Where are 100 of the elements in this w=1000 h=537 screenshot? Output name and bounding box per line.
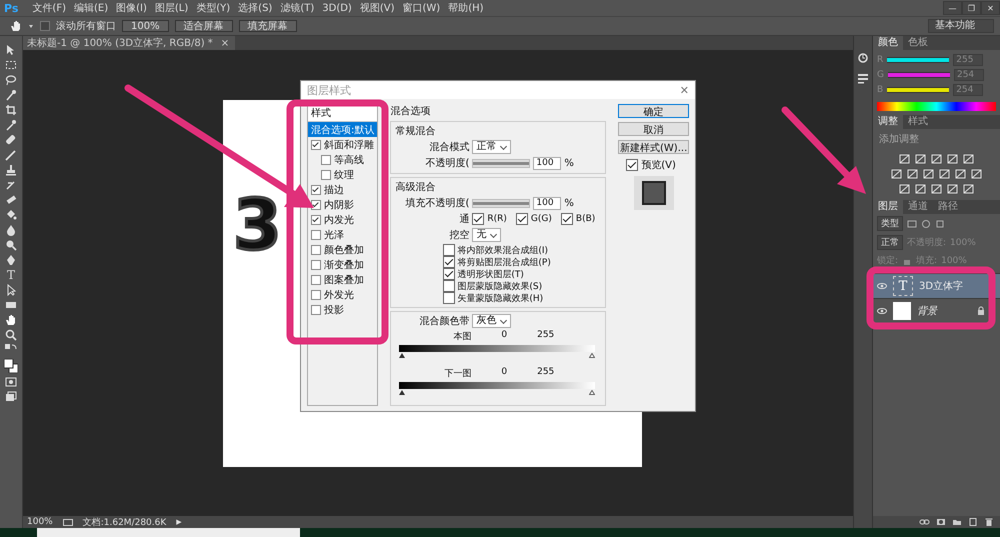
panel-tab[interactable]: 样式	[903, 115, 933, 129]
quick-mask-icon[interactable]	[5, 376, 17, 388]
layer-name[interactable]: 背景	[917, 304, 970, 318]
blend-mode-dropdown[interactable]: 正常	[472, 140, 512, 154]
option-button[interactable]: 100%	[122, 20, 169, 32]
checkbox[interactable]	[311, 260, 321, 270]
adjustment-icon[interactable]	[971, 168, 982, 179]
adjustment-icon[interactable]	[907, 168, 918, 179]
menu-item[interactable]: 窗口(W)	[402, 1, 440, 15]
zoom-icon[interactable]	[5, 329, 17, 341]
menu-item[interactable]: 类型(Y)	[196, 1, 230, 15]
checkbox[interactable]	[311, 244, 321, 254]
crop-icon[interactable]	[5, 104, 17, 116]
checkbox[interactable]	[40, 21, 50, 31]
style-list-item[interactable]: 投影	[324, 302, 344, 316]
eye-icon[interactable]	[877, 281, 887, 291]
hand-icon[interactable]	[10, 20, 22, 32]
wand-icon[interactable]	[5, 89, 17, 101]
stamp-icon[interactable]	[5, 164, 17, 176]
menu-item[interactable]: 滤镜(T)	[280, 1, 314, 15]
style-list-item[interactable]: 图案叠加	[324, 272, 364, 286]
panel-tab[interactable]: 通道	[903, 200, 933, 214]
knockout-dropdown[interactable]: 无	[472, 228, 502, 242]
window-control-button[interactable]: —	[943, 1, 962, 15]
panel-tab[interactable]: 色板	[903, 36, 933, 50]
checkbox[interactable]	[311, 184, 321, 194]
style-list-item[interactable]: 内发光	[324, 212, 354, 226]
lasso-icon[interactable]	[5, 74, 17, 86]
type-tool[interactable]: T	[6, 269, 15, 281]
menu-item[interactable]: 帮助(H)	[448, 1, 484, 15]
new-layer-icon[interactable]	[968, 517, 978, 527]
style-list-item[interactable]: 纹理	[334, 168, 354, 182]
properties-icon[interactable]	[857, 72, 869, 84]
panel-tab[interactable]: 图层	[873, 200, 903, 214]
mask-icon[interactable]	[936, 517, 946, 527]
pointer-icon[interactable]	[5, 284, 17, 296]
panel-tab[interactable]: 颜色	[873, 36, 903, 50]
adjustment-icon[interactable]	[899, 153, 910, 164]
blend-if-dropdown[interactable]: 灰色	[472, 314, 512, 328]
checkbox[interactable]	[311, 274, 321, 284]
slider[interactable]	[472, 198, 530, 208]
link-icon[interactable]	[919, 517, 930, 527]
drop-icon[interactable]	[5, 224, 17, 236]
slider-handle[interactable]	[589, 390, 596, 395]
adjustment-icon[interactable]	[915, 183, 926, 194]
checkbox[interactable]	[626, 159, 638, 171]
checkbox[interactable]	[560, 213, 573, 225]
checkbox[interactable]	[311, 304, 321, 314]
option-button[interactable]: 填充屏幕	[238, 20, 297, 32]
image-filter-icon[interactable]	[907, 218, 917, 228]
checkbox[interactable]	[321, 154, 331, 164]
slider-handle[interactable]	[399, 390, 406, 395]
caret-icon[interactable]	[28, 22, 34, 30]
adjustment-icon[interactable]	[947, 153, 958, 164]
close-button[interactable]: ✕	[680, 84, 689, 96]
slider-fill[interactable]	[473, 162, 530, 164]
blend-mode-dropdown[interactable]: 正常	[877, 235, 903, 250]
adjustment-icon[interactable]	[915, 153, 926, 164]
menu-item[interactable]: 文件(F)	[32, 1, 66, 15]
checkbox[interactable]	[443, 256, 456, 268]
adjustment-icon[interactable]	[963, 153, 974, 164]
adjustment-icon[interactable]	[947, 183, 958, 194]
adjustment-icon[interactable]	[939, 168, 950, 179]
window-control-button[interactable]: ❐	[962, 1, 981, 15]
checkbox[interactable]	[311, 214, 321, 224]
checkbox[interactable]	[311, 290, 321, 300]
eyedropper-icon[interactable]	[5, 119, 17, 131]
style-list-item[interactable]: 外发光	[324, 288, 354, 302]
slider-fill[interactable]	[473, 202, 530, 204]
adjustment-icon[interactable]	[955, 168, 966, 179]
workspace-dropdown[interactable]: 基本功能	[928, 19, 994, 33]
option-button[interactable]: 适合屏幕	[174, 20, 233, 32]
checkbox[interactable]	[472, 213, 484, 225]
layer-row[interactable]: 背景	[873, 298, 1000, 323]
color-spectrum[interactable]	[877, 102, 996, 111]
adjustment-icon[interactable]	[923, 168, 934, 179]
window-control-button[interactable]: ✕	[981, 1, 1000, 15]
hand-icon[interactable]	[5, 314, 17, 326]
checkbox[interactable]	[443, 268, 456, 280]
style-list-item[interactable]: 斜面和浮雕	[324, 138, 374, 152]
trash-icon[interactable]	[984, 517, 994, 527]
adjustment-icon[interactable]	[891, 168, 902, 179]
brush-icon[interactable]	[5, 149, 17, 161]
dialog-button[interactable]: 新建样式(W)...	[618, 140, 689, 154]
checkbox[interactable]	[311, 140, 321, 150]
panel-tab[interactable]: 路径	[933, 200, 963, 214]
adjustment-icon[interactable]	[899, 183, 910, 194]
style-list-item[interactable]: 等高线	[334, 152, 364, 166]
checkbox[interactable]	[516, 213, 528, 225]
checkbox[interactable]	[311, 200, 321, 210]
style-list-item[interactable]: 颜色叠加	[324, 242, 364, 256]
menu-item[interactable]: 图像(I)	[116, 1, 147, 15]
shape-filter-icon[interactable]	[935, 218, 945, 228]
dialog-button[interactable]: 确定	[618, 104, 689, 118]
dialog-button[interactable]: 取消	[618, 122, 689, 136]
slider[interactable]	[472, 158, 530, 168]
adjustment-icon[interactable]	[931, 153, 942, 164]
menu-item[interactable]: 图层(L)	[154, 1, 188, 15]
menu-item[interactable]: 视图(V)	[360, 1, 394, 15]
bucket-icon[interactable]	[5, 209, 17, 221]
